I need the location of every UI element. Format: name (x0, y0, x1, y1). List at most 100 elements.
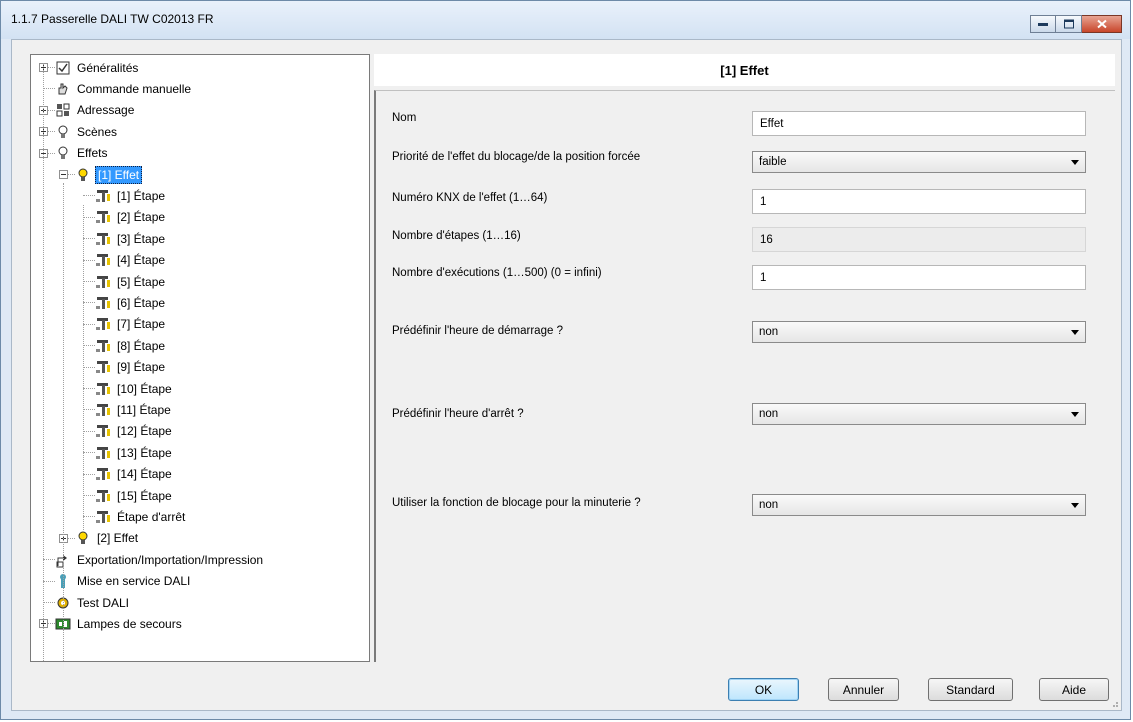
ok-button[interactable]: OK (728, 678, 799, 701)
param-dropdown[interactable]: non (752, 321, 1086, 343)
tree-item-label: Exportation/Importation/Impression (77, 552, 264, 567)
tree-item[interactable]: [10] Étape (95, 378, 174, 399)
tree-connector (83, 195, 95, 197)
bulb-icon (55, 145, 71, 161)
tree-item[interactable]: [1] Effet (75, 164, 143, 185)
tree-item[interactable]: [13] Étape (95, 442, 174, 463)
tree-item[interactable]: [5] Étape (95, 271, 167, 292)
tree-item[interactable]: Étape d'arrêt (95, 506, 187, 527)
step-icon (95, 316, 111, 332)
step-icon (95, 359, 111, 375)
tree-item[interactable]: [1] Étape (95, 185, 167, 206)
tree-connector (43, 88, 55, 90)
tree-connector (83, 238, 95, 240)
cancel-button[interactable]: Annuler (828, 678, 899, 701)
tree-item-label: [7] Étape (117, 317, 166, 332)
chevron-down-icon (1071, 412, 1079, 417)
tree-item[interactable]: [7] Étape (95, 314, 167, 335)
chevron-down-icon (1071, 160, 1079, 165)
maximize-button[interactable] (1056, 15, 1082, 33)
tree-item-label: Effets (77, 146, 108, 161)
tree-item[interactable]: Exportation/Importation/Impression (55, 549, 265, 570)
step-icon (95, 252, 111, 268)
dropdown-value: non (759, 326, 779, 338)
checklist-icon (55, 60, 71, 76)
tree-item-label: Scènes (77, 124, 118, 139)
tree-connector (83, 473, 95, 475)
tree-connector (83, 259, 95, 261)
dropdown-value: faible (759, 156, 787, 168)
param-label: Prédéfinir l'heure de démarrage ? (392, 325, 563, 337)
navigation-tree[interactable]: Généralités Commande manuelle Adressage Scè… (30, 54, 370, 662)
tree-item-label: [4] Étape (117, 253, 166, 268)
tree-item[interactable]: [9] Étape (95, 357, 167, 378)
tree-item[interactable]: [6] Étape (95, 292, 167, 313)
param-input[interactable]: 1 (752, 265, 1086, 290)
tree-item[interactable]: [4] Étape (95, 250, 167, 271)
chevron-down-icon (1071, 503, 1079, 508)
tree-item[interactable]: [2] Effet (75, 528, 140, 549)
chevron-down-icon (1071, 330, 1079, 335)
minimize-button[interactable] (1030, 15, 1056, 33)
tree-item[interactable]: Effets (55, 143, 109, 164)
collapse-icon[interactable] (59, 170, 68, 179)
tree-connector (83, 409, 95, 411)
title-bar[interactable]: 1.1.7 Passerelle DALI TW C02013 FR (1, 1, 1130, 39)
param-label: Nombre d'exécutions (1…500) (0 = infini) (392, 267, 602, 279)
tree-item[interactable]: [12] Étape (95, 421, 174, 442)
tree-item[interactable]: Mise en service DALI (55, 571, 192, 592)
tree-item[interactable]: [14] Étape (95, 464, 174, 485)
app-window: 1.1.7 Passerelle DALI TW C02013 FR Génér… (0, 0, 1131, 720)
param-input[interactable]: 1 (752, 189, 1086, 214)
param-label: Priorité de l'effet du blocage/de la pos… (392, 151, 641, 163)
param-dropdown[interactable]: faible (752, 151, 1086, 173)
param-dropdown[interactable]: non (752, 403, 1086, 425)
tree-item[interactable]: Lampes de secours (55, 613, 184, 634)
tree-connector (83, 281, 95, 282)
tree-connector (43, 580, 55, 582)
tree-item[interactable]: Généralités (55, 57, 140, 78)
tree-item[interactable]: [11] Étape (95, 399, 173, 420)
tree-item-label: Étape d'arrêt (117, 509, 186, 524)
tree-item[interactable]: Scènes (55, 121, 119, 142)
param-label: Prédéfinir l'heure d'arrêt ? (392, 408, 524, 420)
tree-item[interactable]: [8] Étape (95, 335, 167, 356)
tree-item[interactable]: Adressage (55, 100, 136, 121)
step-icon (95, 231, 111, 247)
param-input[interactable]: Effet (752, 111, 1086, 136)
standard-button[interactable]: Standard (928, 678, 1013, 701)
param-label: Nom (392, 112, 417, 124)
tree-item-label: Commande manuelle (77, 81, 192, 96)
tree-item-label: [15] Étape (117, 488, 172, 503)
bulb-icon (55, 124, 71, 140)
tree-item[interactable]: [15] Étape (95, 485, 174, 506)
bulb-lit-icon (75, 530, 91, 546)
tree-item-label: [5] Étape (117, 274, 166, 289)
parameter-panel: Nom Effet Priorité de l'effet du blocage/d… (374, 90, 1115, 662)
tree-item-label: [11] Étape (117, 402, 171, 417)
step-icon (95, 274, 111, 290)
window-title: 1.1.7 Passerelle DALI TW C02013 FR (11, 12, 214, 26)
tree-item-label: [12] Étape (117, 424, 172, 439)
tree-item[interactable]: Commande manuelle (55, 78, 193, 99)
param-label: Nombre d'étapes (1…16) (392, 230, 521, 242)
resize-grip-icon[interactable] (1109, 698, 1119, 708)
step-icon (95, 423, 111, 439)
tree-item[interactable]: [3] Étape (95, 228, 167, 249)
tree-item[interactable]: [2] Étape (95, 207, 167, 228)
tree-item-label: [8] Étape (117, 338, 166, 353)
dialog-content: Généralités Commande manuelle Adressage Scè… (11, 39, 1122, 711)
tree-connector (83, 366, 95, 368)
dropdown-value: non (759, 499, 779, 511)
tree-connector (83, 323, 95, 325)
tree-item[interactable]: Test DALI (55, 592, 131, 613)
help-button[interactable]: Aide (1039, 678, 1109, 701)
tree-item-label: Généralités (77, 60, 139, 75)
maximize-icon (1063, 19, 1074, 29)
tree-connector (83, 430, 95, 432)
close-button[interactable] (1082, 15, 1122, 33)
tree-item-label: [14] Étape (117, 467, 172, 482)
param-dropdown[interactable]: non (752, 494, 1086, 516)
step-icon (95, 188, 111, 204)
step-icon (95, 209, 111, 225)
